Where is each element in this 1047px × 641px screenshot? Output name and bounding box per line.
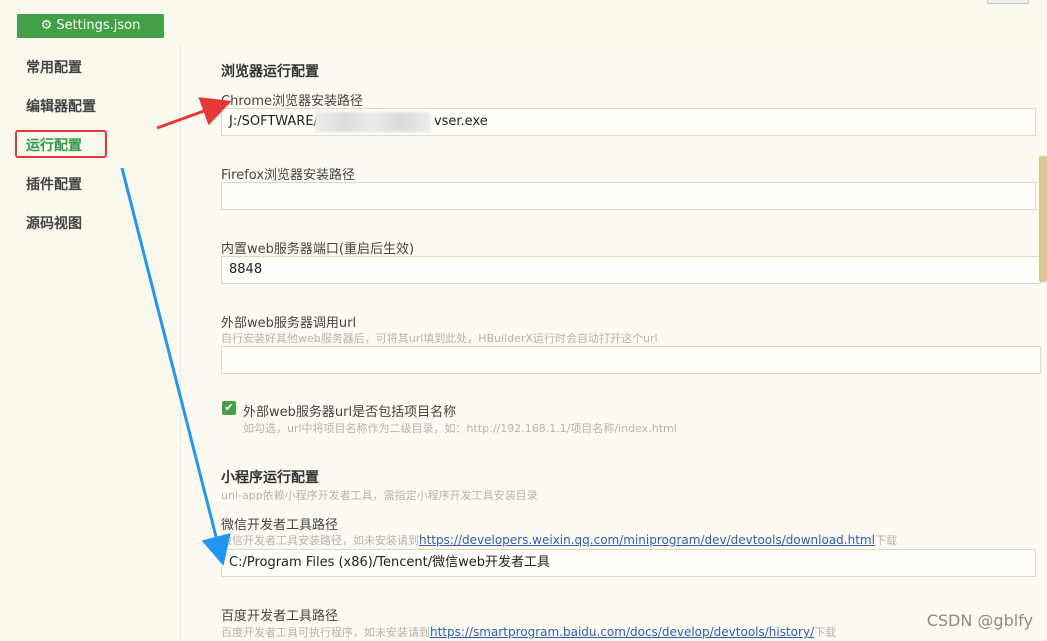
top-bar: ⚙ Settings.json [0, 0, 1047, 46]
sidebar-item-editor[interactable]: 编辑器配置 [26, 95, 96, 119]
sidebar-item-general[interactable]: 常用配置 [26, 56, 82, 80]
sidebar-item-plugins[interactable]: 插件配置 [26, 173, 82, 197]
include-project-name-label: 外部web服务器url是否包括项目名称 [243, 405, 457, 420]
vertical-scrollbar[interactable] [1039, 156, 1047, 282]
wechat-hint-prefix: 微信开发者工具安装路径，如未安装请到 [221, 534, 419, 547]
port-label: 内置web服务器端口(重启后生效) [221, 242, 415, 257]
baidu-hint-suffix: 下载 [814, 626, 837, 639]
check-icon: ✔ [224, 401, 234, 414]
chrome-path-value-end: vser.exe [433, 114, 488, 129]
chrome-path-label: Chrome浏览器安装路径 [221, 94, 363, 109]
baidu-download-link[interactable]: https://smartprogram.baidu.com/docs/deve… [430, 625, 814, 639]
baidu-path-label: 百度开发者工具路径 [221, 609, 339, 624]
window-control[interactable] [987, 0, 1029, 4]
wechat-path-label: 微信开发者工具路径 [221, 518, 339, 533]
wechat-path-hint: 微信开发者工具安装路径，如未安装请到https://developers.wei… [221, 532, 897, 548]
ext-server-input[interactable] [221, 346, 1041, 374]
wechat-hint-suffix: 下载 [874, 534, 897, 547]
include-project-name-hint: 如勾选，url中将项目名称作为二级目录，如：http://192.168.1.1… [243, 422, 677, 435]
firefox-path-input[interactable] [221, 182, 1036, 210]
gear-icon: ⚙ [40, 18, 53, 33]
settings-json-label: Settings.json [56, 18, 141, 33]
ext-server-hint: 自行安装好其他web服务器后，可将其url填到此处，HBuilderX运行时会自… [221, 332, 658, 345]
include-project-name-checkbox[interactable]: ✔ [222, 401, 236, 415]
section-title-miniprogram: 小程序运行配置 [221, 470, 319, 486]
wechat-path-input[interactable]: C:/Program Files (x86)/Tencent/微信web开发者工… [221, 549, 1036, 577]
sidebar-item-source-view[interactable]: 源码视图 [26, 212, 82, 236]
settings-json-button[interactable]: ⚙ Settings.json [17, 14, 164, 38]
wechat-download-link[interactable]: https://developers.weixin.qq.com/minipro… [419, 533, 875, 547]
chrome-path-value-start: J:/SOFTWARE/ [229, 114, 318, 129]
ext-server-label: 外部web服务器调用url [221, 316, 357, 331]
watermark: CSDN @gblfy [926, 611, 1033, 630]
baidu-hint-prefix: 百度开发者工具可执行程序，如未安装请到 [221, 626, 430, 639]
redacted-patch [315, 112, 431, 132]
baidu-path-hint: 百度开发者工具可执行程序，如未安装请到https://smartprogram.… [221, 624, 836, 640]
annotation-highlight-box [15, 130, 107, 158]
section-title-browser: 浏览器运行配置 [221, 64, 319, 80]
miniprogram-hint: uni-app依赖小程序开发者工具，需指定小程序开发工具安装目录 [221, 489, 538, 502]
port-input[interactable]: 8848 [221, 256, 1041, 284]
firefox-path-label: Firefox浏览器安装路径 [221, 168, 356, 183]
